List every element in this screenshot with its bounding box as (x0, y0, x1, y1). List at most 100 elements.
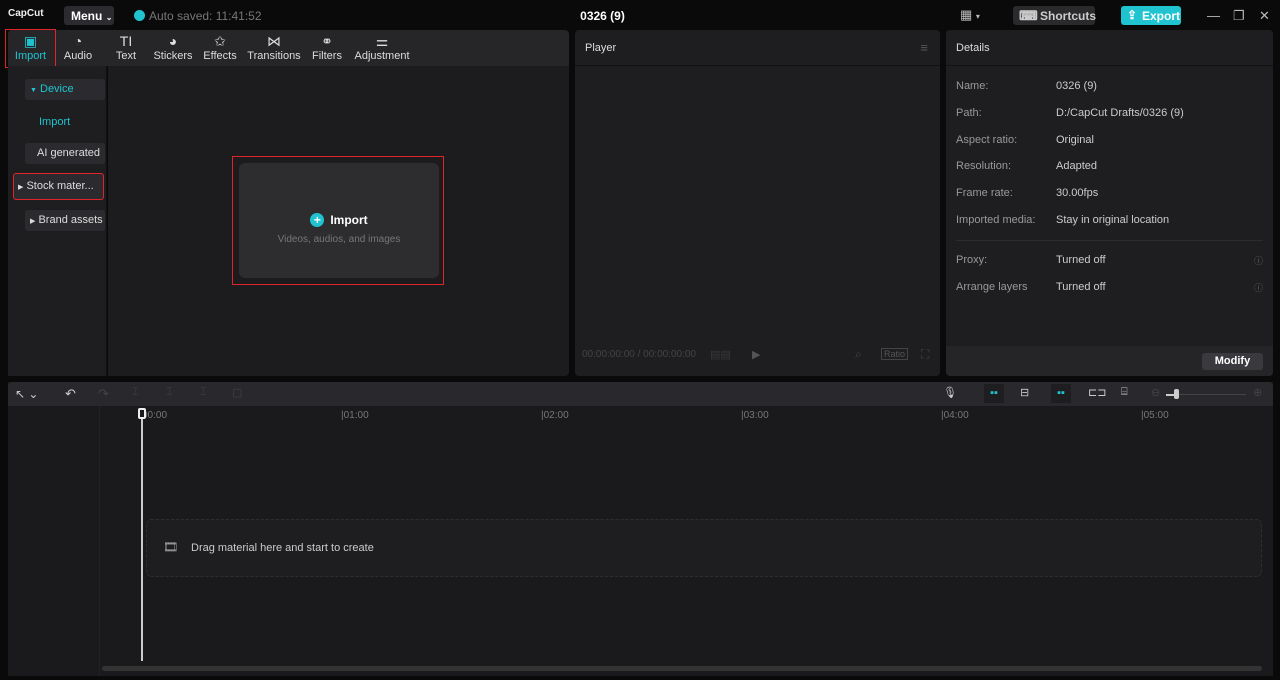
transitions-icon: ⋈ (267, 33, 281, 49)
detail-value: Adapted (1056, 160, 1097, 172)
ruler-tick-label: 01:00 (343, 410, 369, 421)
detail-value: Turned off (1056, 281, 1106, 293)
zoom-out-icon[interactable]: ⊖ (1151, 386, 1160, 399)
tab-text[interactable]: TI Text (108, 30, 144, 66)
sidebar-label: Brand assets (38, 214, 103, 226)
tab-filters[interactable]: ⚭ Filters (310, 30, 344, 66)
caret-down-icon: ▼ (30, 87, 37, 94)
detail-row: Frame rate: 30.00fps (956, 187, 1098, 199)
tab-stickers[interactable]: ◕ Stickers (151, 30, 195, 66)
import-dropzone[interactable]: + Import Videos, audios, and images (239, 163, 439, 278)
detail-row: Aspect ratio: Original (956, 134, 1094, 146)
ruler-tick: |01:00 (341, 410, 369, 421)
project-title: 0326 (9) (580, 9, 625, 23)
tab-label: Text (115, 50, 137, 62)
menu-button[interactable]: Menu ⌄ (64, 6, 114, 25)
preview-axis-icon[interactable]: ⊏⊐ (1088, 386, 1106, 399)
zoom-slider-handle[interactable] (1174, 389, 1179, 399)
menu-icon[interactable]: ≡ (920, 40, 928, 55)
restore-icon[interactable]: ❐ (1233, 8, 1245, 24)
text-icon: TI (119, 33, 133, 49)
details-panel: Details Name: 0326 (9) Path: D:/CapCut Dra… (946, 30, 1273, 376)
detail-label: Resolution: (956, 160, 1012, 172)
tab-label: Adjustment (354, 50, 410, 62)
undo-icon[interactable]: ↶ (65, 386, 76, 402)
play-icon[interactable]: ▶ (752, 348, 760, 361)
zoom-in-icon[interactable]: ⊕ (1253, 386, 1262, 399)
detail-row: Imported media: Stay in original location (956, 214, 1169, 226)
capcut-logo: CapCut (8, 8, 44, 19)
adjustment-icon: ⚌ (375, 33, 389, 49)
tab-audio[interactable]: ◔ Audio (60, 30, 96, 66)
delete-right-icon[interactable]: ⌶ (200, 386, 207, 399)
zoom-fit-icon[interactable]: ⌕ (855, 347, 862, 362)
info-icon[interactable]: ⓘ (1254, 281, 1263, 294)
sidebar-item-stock-materials[interactable]: ▶ Stock mater... (13, 173, 104, 200)
ruler-tick: |02:00 (541, 410, 569, 421)
sidebar-item-brand-assets[interactable]: ▶ Brand assets (25, 210, 105, 231)
sidebar-item-ai-generated[interactable]: AI generated (25, 143, 105, 164)
layout-icon[interactable]: ▦ ▾ (960, 7, 980, 23)
plus-icon: + (310, 213, 325, 227)
playhead[interactable] (141, 409, 143, 661)
delete-icon[interactable]: ▢ (232, 386, 242, 399)
detail-label: Frame rate: (956, 187, 1013, 199)
minimize-icon[interactable]: — (1207, 8, 1220, 23)
linkage-icon[interactable]: ▪▪ (1051, 384, 1071, 403)
title-bar: CapCut Menu ⌄ Auto saved: 11:41:52 0326 … (0, 0, 1280, 30)
sidebar-item-device[interactable]: ▼ Device (25, 79, 105, 100)
detail-value: Original (1056, 134, 1094, 146)
tab-transitions[interactable]: ⋈ Transitions (247, 30, 301, 66)
ruler-tick: |05:00 (1141, 410, 1169, 421)
tab-label: Audio (63, 50, 93, 62)
shortcuts-button[interactable]: ⌨ Shortcuts (1013, 6, 1096, 25)
ratio-button[interactable]: Ratio (881, 348, 909, 360)
horizontal-scrollbar[interactable] (102, 666, 1262, 671)
auto-save-status: Auto saved: 11:41:52 (134, 9, 262, 23)
main-track-dropzone[interactable]: 🎞 Drag material here and start to create (146, 519, 1262, 577)
delete-left-icon[interactable]: ⌶ (166, 386, 173, 399)
main-track-magnet-icon[interactable]: ▪▪ (984, 384, 1004, 403)
keyboard-icon: ⌨ (1019, 8, 1038, 23)
fullscreen-icon[interactable]: ⛶ (921, 347, 929, 362)
effects-icon: ✩ (214, 33, 226, 49)
player-panel: Player ≡ 00:00:00:00 / 00:00:00:00 ▤▤ ▶ ⌕… (575, 30, 940, 376)
caret-right-icon: ▶ (18, 184, 24, 191)
detail-row: Path: D:/CapCut Drafts/0326 (9) (956, 107, 1184, 119)
player-title: Player (585, 42, 617, 54)
export-button[interactable]: ⇪ Export (1121, 6, 1181, 25)
detail-label: Name: (956, 80, 989, 92)
detail-label: Arrange layers (956, 281, 1028, 293)
import-label: Import (330, 213, 368, 227)
close-icon[interactable]: ✕ (1259, 8, 1270, 24)
select-cursor-icon[interactable]: ↖ ⌄ (15, 387, 38, 401)
sidebar-item-import[interactable]: Import (25, 112, 105, 133)
auto-snap-icon[interactable]: ⊟ (1020, 386, 1029, 399)
details-title: Details (946, 30, 1273, 66)
tab-label: Effects (203, 50, 237, 62)
audio-icon: ◔ (73, 33, 83, 49)
import-subtitle: Videos, audios, and images (277, 234, 401, 245)
check-icon (134, 10, 145, 21)
sticker-icon: ◕ (168, 33, 178, 49)
detail-value: 0326 (9) (1056, 80, 1097, 92)
modify-button[interactable]: Modify (1202, 353, 1263, 370)
auto-save-text: Auto saved: 11:41:52 (149, 9, 262, 23)
tab-adjustment[interactable]: ⚌ Adjustment (353, 30, 411, 66)
redo-icon[interactable]: ↷ (98, 386, 109, 402)
player-timecode: 00:00:00:00 / 00:00:00:00 (582, 349, 696, 360)
info-icon[interactable]: ⓘ (1254, 254, 1263, 267)
upload-icon: ⇪ (1127, 8, 1138, 22)
grid-icon[interactable]: ▤▤ (710, 348, 731, 361)
zoom-to-fit-icon[interactable]: ⌸ (1121, 386, 1128, 399)
import-sidebar: ▼ Device Import AI generated ▶ Stock mat… (8, 66, 107, 376)
ruler-tick-label: 02:00 (543, 410, 569, 421)
tab-import[interactable]: ▣ Import (5, 29, 56, 68)
playhead-handle[interactable] (138, 408, 146, 419)
tab-effects[interactable]: ✩ Effects (201, 30, 239, 66)
split-icon[interactable]: ⌶ (132, 386, 139, 399)
player-header: Player ≡ (575, 30, 940, 66)
divider (956, 240, 1263, 241)
microphone-icon[interactable]: 🎙 (943, 386, 957, 399)
detail-label: Path: (956, 107, 982, 119)
